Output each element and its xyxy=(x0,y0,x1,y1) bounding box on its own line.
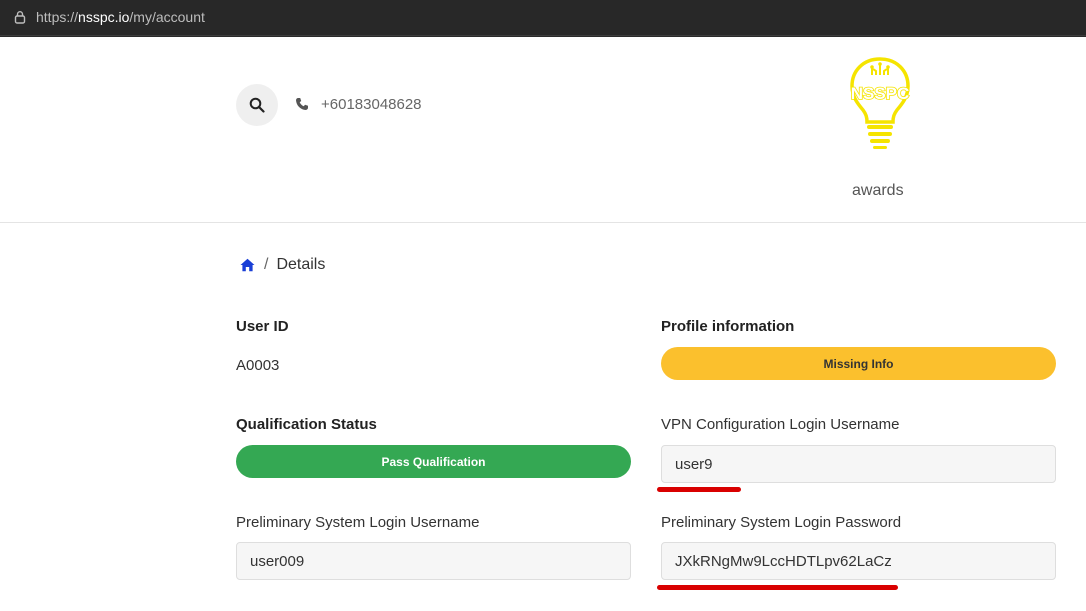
breadcrumb-separator: / xyxy=(264,256,269,273)
qualification-status-label: Qualification Status xyxy=(236,416,377,433)
url-path: /my/account xyxy=(129,9,205,25)
lightbulb-logo[interactable]: NSSPC xyxy=(846,55,914,155)
prelim-username-field[interactable]: user009 xyxy=(236,542,631,580)
annotation-underline-vpn xyxy=(657,487,741,492)
profile-status-badge: Missing Info xyxy=(661,347,1056,380)
profile-information-label: Profile information xyxy=(661,318,795,335)
logo-text: NSSPC xyxy=(851,84,910,103)
search-button[interactable] xyxy=(236,84,278,126)
prelim-password-label: Preliminary System Login Password xyxy=(661,514,902,531)
qualification-status-badge: Pass Qualification xyxy=(236,445,631,478)
breadcrumb: / Details xyxy=(240,255,325,275)
site-header: +60183048628 NSSPC awards xyxy=(0,37,1086,223)
home-icon[interactable] xyxy=(240,258,255,272)
prelim-username-label: Preliminary System Login Username xyxy=(236,514,480,531)
vpn-username-field[interactable]: user9 xyxy=(661,445,1056,483)
phone-icon xyxy=(296,98,308,110)
annotation-underline-password xyxy=(657,585,898,590)
vpn-username-label: VPN Configuration Login Username xyxy=(661,416,900,433)
user-id-value: A0003 xyxy=(236,357,280,374)
lock-icon[interactable] xyxy=(13,10,27,24)
url-text[interactable]: https://nsspc.io/my/account xyxy=(36,9,205,26)
url-host: nsspc.io xyxy=(78,9,130,25)
phone-number[interactable]: +60183048628 xyxy=(321,96,422,113)
breadcrumb-current: Details xyxy=(276,256,326,273)
browser-address-bar: https://nsspc.io/my/account xyxy=(0,0,1086,37)
url-field[interactable]: https://nsspc.io/my/account xyxy=(0,0,1086,35)
prelim-password-field[interactable]: JXkRNgMw9LccHDTLpv62LaCz xyxy=(661,542,1056,580)
nav-awards-link[interactable]: awards xyxy=(852,182,904,200)
user-id-label: User ID xyxy=(236,318,289,335)
url-scheme: https:// xyxy=(36,9,79,25)
search-icon xyxy=(249,97,265,113)
